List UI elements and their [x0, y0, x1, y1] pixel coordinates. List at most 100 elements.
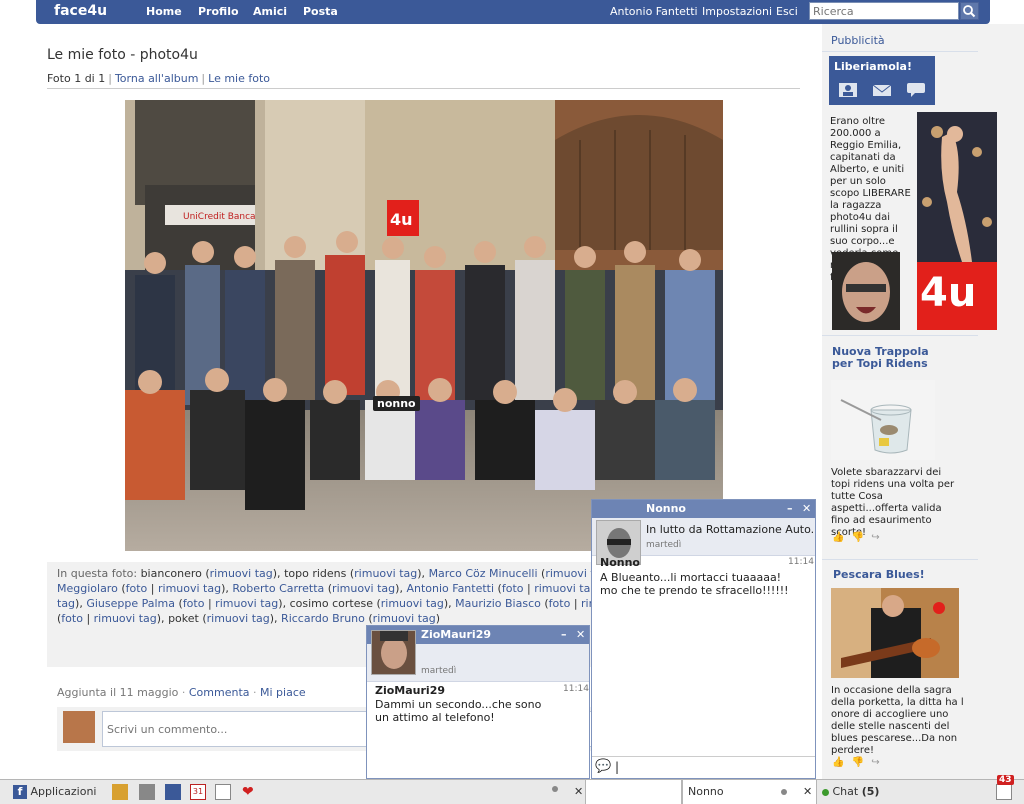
group-photo-image: UniCredit Banca 4u — [125, 100, 723, 551]
search-button[interactable] — [960, 2, 979, 20]
ad-title[interactable]: Nuova Trappola per Topi Ridens — [832, 346, 942, 370]
photo-subnav: Foto 1 di 1 | Torna all'album | Le mie foto — [47, 72, 271, 85]
nav-user-name[interactable]: Antonio Fantetti — [610, 5, 698, 18]
remove-tag-link[interactable]: rimuovi tag — [373, 612, 436, 625]
remove-tag-link[interactable]: rimuovi tag — [381, 597, 444, 610]
ads-heading[interactable]: Pubblicità — [831, 34, 885, 47]
message-text: A Blueanto...li mortacci tuaaaaa! mo che… — [600, 571, 789, 597]
ad-title[interactable]: Pescara Blues! — [833, 569, 925, 581]
divider — [822, 335, 978, 336]
photo-tag-label[interactable]: nonno — [373, 396, 420, 411]
notification-badge[interactable]: 43 — [997, 775, 1014, 785]
chat-bubble-icon[interactable] — [906, 82, 926, 98]
message-time: 11:14 — [563, 684, 589, 694]
ad-image[interactable] — [831, 380, 935, 460]
comment-link[interactable]: Commenta — [189, 686, 250, 699]
profile-icon[interactable] — [838, 82, 858, 98]
video-icon[interactable] — [139, 784, 155, 800]
notifications-icon[interactable] — [996, 784, 1012, 800]
close-icon[interactable]: ✕ — [802, 500, 811, 518]
notes-icon[interactable] — [215, 784, 231, 800]
chat-profile: In lutto da Rottamazione Auto. martedì — [592, 518, 815, 565]
chat-window-ziomauri[interactable]: ZioMauri29 – ✕ martedì ZioMauri29 11:14 … — [366, 625, 590, 779]
chat-header[interactable]: Nonno – ✕ — [592, 500, 815, 518]
ad-liberiamola-header[interactable]: Liberiamola! — [829, 56, 935, 105]
remove-tag-link[interactable]: rimuovi tag — [158, 582, 221, 595]
ad-brand-text: 4u — [920, 270, 977, 316]
like-link[interactable]: Mi piace — [260, 686, 306, 699]
search-icon — [963, 5, 976, 18]
close-icon[interactable]: ✕ — [803, 780, 812, 804]
tagged-person[interactable]: Marco Cöz Minucelli — [429, 567, 538, 580]
emoticon-icon[interactable]: 💬 — [595, 759, 611, 774]
chat-tab-nonno[interactable]: Nonno ✕ — [682, 780, 817, 804]
nav-mail[interactable]: Posta — [303, 5, 338, 18]
ad-text: Volete sbarazzarvi dei topi ridens una v… — [831, 467, 955, 538]
remove-tag-link[interactable]: rimuovi tag — [534, 582, 597, 595]
bottom-bar: f Applicazioni 31 ❤ ✕ Nonno ✕ Chat (5) 4… — [0, 775, 1024, 804]
ad-image[interactable]: 4u — [917, 112, 997, 330]
tagged-person[interactable]: Roberto Carretta — [232, 582, 324, 595]
tag-photo-link[interactable]: foto — [502, 582, 524, 595]
remove-tag-link[interactable]: rimuovi tag — [210, 567, 273, 580]
nav-profile[interactable]: Profilo — [198, 5, 239, 18]
close-icon[interactable]: ✕ — [576, 626, 585, 644]
divider — [47, 88, 800, 89]
main-photo[interactable]: UniCredit Banca 4u nonno — [125, 100, 723, 551]
chat-tab-ziomauri[interactable]: ✕ — [552, 780, 682, 804]
remove-tag-link[interactable]: rimuovi tag — [354, 567, 417, 580]
avatar[interactable] — [371, 630, 416, 675]
tagged-person: cosimo cortese — [289, 597, 373, 610]
face-photo — [842, 262, 890, 322]
tag-photo-link[interactable]: foto — [549, 597, 571, 610]
tagged-person[interactable]: Antonio Fantetti — [406, 582, 494, 595]
right-sidebar: Pubblicità Liberiamola! Erano oltre 200.… — [822, 24, 1024, 779]
applications-menu[interactable]: f Applicazioni — [13, 780, 96, 804]
logo[interactable]: face4u — [54, 3, 107, 19]
minimize-icon[interactable]: – — [787, 500, 793, 518]
remove-tag-link[interactable]: rimuovi tag — [332, 582, 395, 595]
ad-title: Liberiamola! — [834, 60, 912, 73]
ad-like-actions[interactable]: 👍 👎 ↪ — [832, 532, 882, 543]
nav-home[interactable]: Home — [146, 5, 182, 18]
heart-icon[interactable]: ❤ — [242, 784, 258, 800]
ad-like-actions[interactable]: 👍 👎 ↪ — [832, 757, 882, 768]
nav-logout[interactable]: Esci — [776, 5, 798, 18]
photo-count: Foto 1 di 1 — [47, 72, 106, 85]
nav-friends[interactable]: Amici — [253, 5, 287, 18]
photos-icon[interactable] — [112, 784, 128, 800]
message-sender: Nonno — [600, 556, 640, 569]
tagged-person: bianconero — [140, 567, 202, 580]
ad-image[interactable] — [831, 588, 959, 678]
added-date: Aggiunta il 11 maggio — [57, 686, 179, 699]
top-bar: face4u Home Profilo Amici Posta Antonio … — [36, 0, 990, 24]
tagged-person[interactable]: Riccardo Bruno — [281, 612, 365, 625]
svg-text:4u: 4u — [390, 210, 413, 229]
calendar-icon[interactable]: 31 — [190, 784, 206, 800]
mail-icon[interactable] — [872, 82, 892, 98]
page-title: Le mie foto - photo4u — [47, 47, 198, 63]
tag-photo-link[interactable]: foto — [61, 612, 83, 625]
tagged-person[interactable]: Giuseppe Palma — [86, 597, 175, 610]
tag-photo-link[interactable]: foto — [126, 582, 148, 595]
close-icon[interactable]: ✕ — [574, 781, 583, 803]
remove-tag-link[interactable]: rimuovi tag — [215, 597, 278, 610]
tag-photo-link[interactable]: foto — [183, 597, 205, 610]
chat-window-nonno[interactable]: Nonno – ✕ In lutto da Rottamazione Auto.… — [591, 499, 816, 779]
minimize-icon[interactable]: – — [561, 626, 567, 644]
message-time: 11:14 — [788, 557, 814, 567]
remove-tag-link[interactable]: rimuovi tag — [94, 612, 157, 625]
tagged-person[interactable]: Maurizio Biasco — [455, 597, 541, 610]
chat-tab-label: Nonno — [688, 785, 724, 798]
ad-face-image[interactable] — [832, 252, 900, 330]
chat-input[interactable]: 💬 | — [592, 756, 815, 778]
remove-tag-link[interactable]: rimuovi tag — [207, 612, 270, 625]
back-to-album-link[interactable]: Torna all'album — [115, 72, 198, 85]
chat-status-button[interactable]: Chat (5) — [822, 780, 879, 804]
friends-icon[interactable] — [165, 784, 181, 800]
ad-text: In occasione della sagra della porketta,… — [831, 685, 964, 756]
tags-label: In questa foto: — [57, 567, 138, 580]
my-photos-link[interactable]: Le mie foto — [208, 72, 270, 85]
nav-settings[interactable]: Impostazioni — [702, 5, 772, 18]
search-input[interactable] — [809, 2, 959, 20]
